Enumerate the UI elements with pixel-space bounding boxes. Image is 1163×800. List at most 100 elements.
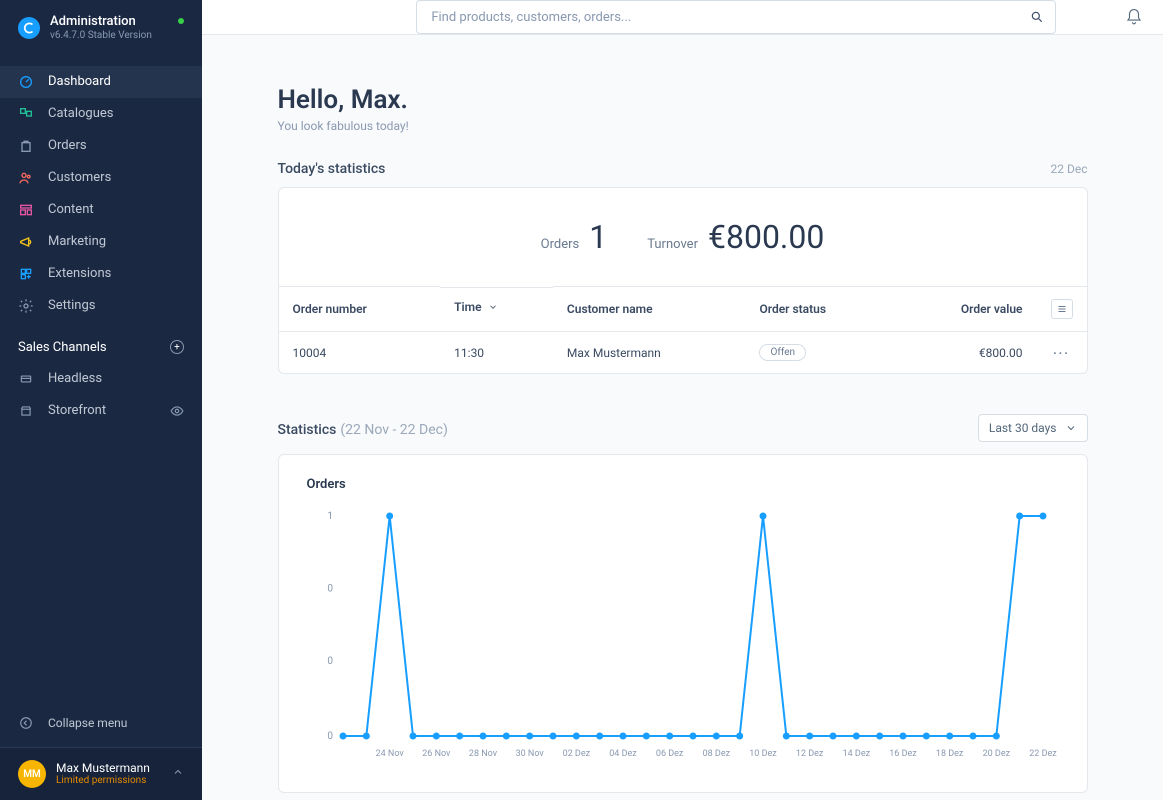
sidebar-item-label: Marketing <box>48 234 106 249</box>
svg-text:02 Dez: 02 Dez <box>562 749 590 759</box>
column-actions-header <box>1037 287 1087 332</box>
svg-text:20 Dez: 20 Dez <box>982 749 1010 759</box>
user-name: Max Mustermann <box>56 761 150 775</box>
column-header[interactable]: Order number <box>279 287 441 332</box>
cell-customer: Max Mustermann <box>553 332 746 374</box>
sidebar-item-marketing[interactable]: Marketing <box>0 226 202 258</box>
customers-icon <box>18 170 34 186</box>
channel-item-label: Headless <box>48 371 102 386</box>
headless-icon <box>18 371 34 387</box>
svg-text:12 Dez: 12 Dez <box>795 749 823 759</box>
chart-card: Orders 100024 Nov26 Nov28 Nov30 Nov02 De… <box>278 454 1088 793</box>
search-button[interactable] <box>1024 4 1050 30</box>
sales-channels-title: Sales Channels <box>18 340 107 355</box>
collapse-icon <box>18 715 34 731</box>
today-stats-date: 22 Dec <box>1051 162 1088 176</box>
sidebar-item-label: Catalogues <box>48 106 114 121</box>
sidebar: Administration v6.4.7.0 Stable Version D… <box>0 0 202 800</box>
extensions-icon <box>18 266 34 282</box>
search-input[interactable] <box>416 0 1056 34</box>
svg-text:18 Dez: 18 Dez <box>935 749 963 759</box>
cell-time: 11:30 <box>440 332 553 374</box>
statistics-range: (22 Nov - 22 Dec) <box>340 422 448 438</box>
svg-text:04 Dez: 04 Dez <box>609 749 637 759</box>
sidebar-item-label: Extensions <box>48 266 111 281</box>
status-indicator <box>178 18 184 24</box>
notifications-button[interactable] <box>1125 8 1143 26</box>
svg-text:06 Dez: 06 Dez <box>655 749 683 759</box>
column-header[interactable]: Order value <box>895 287 1037 332</box>
storefront-icon <box>18 403 34 419</box>
channel-item-label: Storefront <box>48 403 106 418</box>
svg-text:16 Dez: 16 Dez <box>889 749 917 759</box>
chart-title: Orders <box>307 477 1059 492</box>
main: Hello, Max. You look fabulous today! Tod… <box>202 0 1163 800</box>
content-icon <box>18 202 34 218</box>
eye-icon <box>170 404 184 418</box>
status-badge: Offen <box>759 344 806 361</box>
bell-icon <box>1125 8 1143 26</box>
range-select[interactable]: Last 30 days <box>978 414 1088 442</box>
marketing-icon <box>18 234 34 250</box>
today-stats-card: Orders 1 Turnover €800.00 Order numberTi… <box>278 187 1088 374</box>
greeting-title: Hello, Max. <box>278 85 1088 115</box>
sidebar-header: Administration v6.4.7.0 Stable Version <box>0 0 202 56</box>
sidebar-item-content[interactable]: Content <box>0 194 202 226</box>
sidebar-item-label: Content <box>48 202 94 217</box>
sidebar-item-dashboard[interactable]: Dashboard <box>0 66 202 98</box>
sidebar-item-settings[interactable]: Settings <box>0 290 202 322</box>
chevron-down-icon <box>1065 422 1077 434</box>
column-header[interactable]: Customer name <box>553 287 746 332</box>
svg-text:30 Nov: 30 Nov <box>515 749 544 759</box>
channel-item-storefront[interactable]: Storefront <box>0 395 202 427</box>
logo-icon <box>18 17 40 39</box>
orders-chart: 100024 Nov26 Nov28 Nov30 Nov02 Dez04 Dez… <box>307 506 1059 766</box>
column-header[interactable]: Time <box>440 287 553 326</box>
greeting-subtitle: You look fabulous today! <box>278 119 1088 133</box>
svg-text:26 Nov: 26 Nov <box>422 749 451 759</box>
dashboard-icon <box>18 74 34 90</box>
column-header[interactable]: Order status <box>745 287 894 332</box>
turnover-stat-value: €800.00 <box>708 218 824 256</box>
column-settings-button[interactable] <box>1051 299 1073 319</box>
today-stats-title: Today's statistics <box>278 161 386 177</box>
catalogues-icon <box>18 106 34 122</box>
sidebar-item-orders[interactable]: Orders <box>0 130 202 162</box>
svg-text:14 Dez: 14 Dez <box>842 749 870 759</box>
chevron-up-icon <box>172 766 184 782</box>
settings-icon <box>18 298 34 314</box>
collapse-menu-button[interactable]: Collapse menu <box>0 705 202 747</box>
statistics-title: Statistics <box>278 422 337 438</box>
orders-stat-label: Orders <box>541 237 580 252</box>
svg-text:1: 1 <box>327 511 333 522</box>
row-actions-button[interactable]: ··· <box>1053 346 1070 360</box>
range-selected-label: Last 30 days <box>989 421 1057 435</box>
brand-version: v6.4.7.0 Stable Version <box>50 30 152 42</box>
add-channel-button[interactable]: + <box>170 340 184 354</box>
channel-item-headless[interactable]: Headless <box>0 363 202 395</box>
sidebar-item-catalogues[interactable]: Catalogues <box>0 98 202 130</box>
cell-order-number: 10004 <box>279 332 441 374</box>
cell-value: €800.00 <box>895 332 1037 374</box>
orders-icon <box>18 138 34 154</box>
chevron-down-icon <box>488 302 498 312</box>
user-permissions: Limited permissions <box>56 775 150 787</box>
svg-text:08 Dez: 08 Dez <box>702 749 730 759</box>
topbar <box>202 0 1163 35</box>
svg-text:0: 0 <box>327 656 333 667</box>
sidebar-item-label: Customers <box>48 170 111 185</box>
sidebar-item-label: Settings <box>48 298 95 313</box>
cell-status: Offen <box>745 332 894 374</box>
user-panel[interactable]: MM Max Mustermann Limited permissions <box>0 747 202 800</box>
svg-text:10 Dez: 10 Dez <box>749 749 777 759</box>
table-row[interactable]: 10004 11:30 Max Mustermann Offen €800.00… <box>279 332 1087 374</box>
brand-title: Administration <box>50 14 152 30</box>
sidebar-item-label: Orders <box>48 138 87 153</box>
svg-text:22 Dez: 22 Dez <box>1029 749 1057 759</box>
svg-text:24 Nov: 24 Nov <box>375 749 404 759</box>
sidebar-item-label: Dashboard <box>48 74 111 89</box>
turnover-stat-label: Turnover <box>647 237 698 252</box>
sidebar-item-extensions[interactable]: Extensions <box>0 258 202 290</box>
sidebar-item-customers[interactable]: Customers <box>0 162 202 194</box>
collapse-menu-label: Collapse menu <box>48 716 127 730</box>
